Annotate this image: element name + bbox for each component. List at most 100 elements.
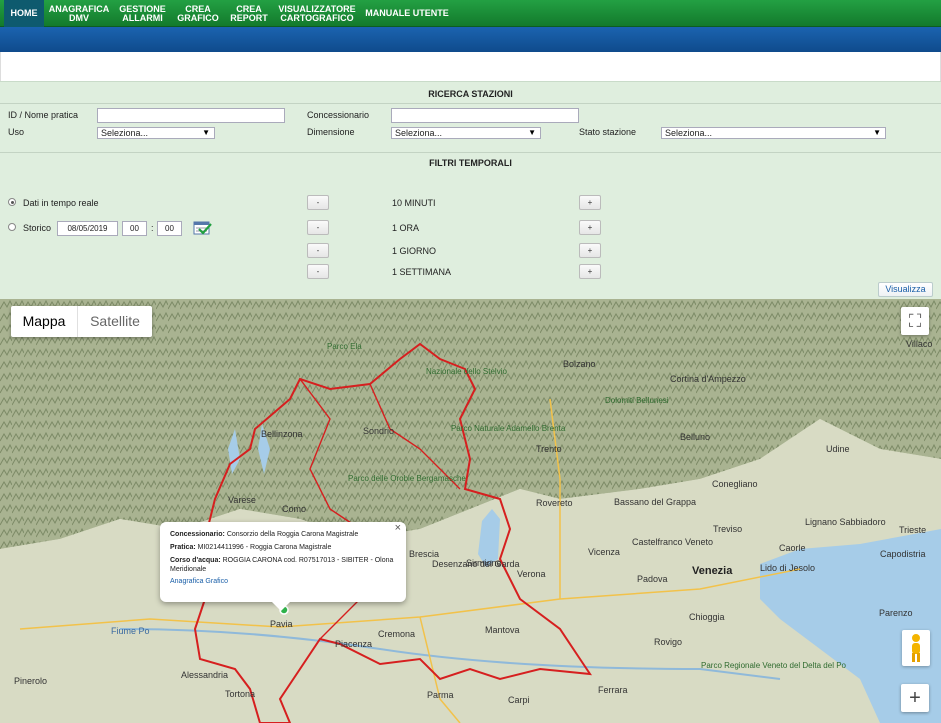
interval-1settimana-label: 1 SETTIMANA (392, 267, 452, 277)
map-label-rovigo: Rovigo (654, 637, 683, 647)
stato-label: Stato stazione (579, 127, 637, 137)
map-label-piacenza: Piacenza (335, 639, 373, 649)
nav-gestione-line2: ALLARMI (122, 12, 163, 23)
map-label-treviso: Treviso (713, 524, 743, 534)
map-label-udine: Udine (826, 444, 850, 454)
interval-1giorno-plus-button[interactable]: + (579, 243, 601, 258)
date-field[interactable]: 08/05/2019 (57, 221, 118, 236)
map-label-stelvio: Nazionale dello Stelvio (426, 367, 507, 376)
concessionario-label: Concessionario (307, 110, 370, 120)
fullscreen-icon: ⛶ (908, 311, 922, 331)
map-label-cortina: Cortina d'Ampezzo (670, 374, 746, 384)
tab-mappa[interactable]: Mappa (11, 306, 77, 337)
nav-anagrafica[interactable]: ANAGRAFICA DMV (48, 0, 110, 27)
interval-1ora-plus-button[interactable]: + (579, 220, 601, 235)
map-label-villach: Villaco (906, 339, 933, 349)
map-label-orobie: Parco delle Orobie Bergamasche (348, 474, 466, 483)
realtime-radio[interactable] (8, 198, 16, 206)
map-label-park-po: Parco Regionale Veneto del Delta del Po (701, 661, 846, 670)
popup-corso-row: Corso d'acqua: ROGGIA CARONA cod. R07517… (170, 556, 396, 574)
popup-corso-label: Corso d'acqua: (170, 557, 221, 564)
visualizza-button[interactable]: Visualizza (878, 282, 933, 297)
id-label: ID / Nome pratica (8, 110, 79, 120)
fullscreen-button[interactable]: ⛶ (901, 307, 929, 335)
header-band (0, 27, 941, 52)
nav-home[interactable]: HOME (4, 0, 44, 27)
concessionario-input[interactable] (391, 108, 579, 123)
map-label-pavia: Pavia (270, 619, 293, 629)
map-label-verona: Verona (517, 569, 546, 579)
map-label-como: Como (282, 504, 307, 514)
interval-1ora-label: 1 ORA (392, 223, 420, 233)
map-label-chioggia: Chioggia (689, 612, 725, 622)
stato-select-value: Seleziona... (665, 128, 713, 138)
nav-crea-grafico[interactable]: CREA GRAFICO (174, 0, 222, 27)
map-type-toggle: Mappa Satellite (11, 306, 152, 337)
map-label-fiume-po: Fiume Po (111, 626, 150, 636)
interval-1settimana-minus-button[interactable]: - (307, 264, 329, 279)
map-label-trieste: Trieste (899, 525, 927, 535)
divider (0, 103, 941, 104)
nav-manuale-label: MANUALE UTENTE (365, 8, 449, 18)
uso-select[interactable]: Seleziona... ▼ (97, 127, 215, 139)
interval-10min-label: 10 MINUTI (392, 198, 436, 208)
map-label-parma: Parma (427, 690, 454, 700)
filters-title: FILTRI TEMPORALI (429, 158, 512, 168)
interval-1giorno-minus-button[interactable]: - (307, 243, 329, 258)
map-label-varese: Varese (228, 495, 256, 505)
interval-1giorno-label: 1 GIORNO (392, 246, 437, 256)
popup-concessionario-label: Concessionario: (170, 531, 225, 538)
map-label-brescia: Brescia (409, 549, 440, 559)
map-label-vicenza: Vicenza (588, 547, 620, 557)
map[interactable]: Venezia Padova Verona Vicenza Treviso Br… (0, 299, 941, 723)
nav-crea-report-line2: REPORT (230, 12, 268, 23)
map-label-ferrara: Ferrara (598, 685, 628, 695)
dimensione-select[interactable]: Seleziona... ▼ (391, 127, 541, 139)
popup-pratica-value: MI0214411996 - Roggia Carona Magistrale (197, 544, 332, 551)
map-terrain (0, 299, 941, 723)
top-nav: HOME ANAGRAFICA DMV GESTIONE ALLARMI CRE… (0, 0, 941, 27)
interval-1ora-minus-button[interactable]: - (307, 220, 329, 235)
dimensione-select-value: Seleziona... (395, 128, 443, 138)
map-label-conegliano: Conegliano (712, 479, 758, 489)
calendar-icon[interactable] (193, 220, 213, 236)
map-label-sirmione: Sirmione (466, 558, 502, 568)
popup-pratica-label: Pratica: (170, 544, 196, 551)
interval-10min-plus-button[interactable]: + (579, 195, 601, 210)
map-label-venezia: Venezia (692, 565, 733, 577)
storico-label: Storico (23, 223, 52, 233)
zoom-in-button[interactable]: + (901, 684, 929, 712)
tab-satellite[interactable]: Satellite (77, 306, 152, 337)
map-label-carpi: Carpi (508, 695, 530, 705)
id-input[interactable] (97, 108, 285, 123)
map-label-rovereto: Rovereto (536, 498, 573, 508)
map-label-adamello: Parco Naturale Adamello Brenta (451, 424, 566, 433)
map-label-belluno: Belluno (680, 432, 711, 442)
popup-links: Anagrafica Grafico (170, 577, 396, 586)
map-label-castelfranco: Castelfranco Veneto (632, 537, 714, 547)
map-label-sondrio: Sondrio (363, 426, 395, 436)
interval-1settimana-plus-button[interactable]: + (579, 264, 601, 279)
map-label-capodistria: Capodistria (880, 549, 926, 559)
interval-10min-minus-button[interactable]: - (307, 195, 329, 210)
map-label-jesolo: Lido di Jesolo (760, 563, 816, 573)
map-label-padova: Padova (637, 574, 668, 584)
storico-radio[interactable] (8, 223, 16, 231)
stato-select[interactable]: Seleziona... ▼ (661, 127, 886, 139)
map-label-parenzo: Parenzo (879, 608, 913, 618)
close-icon[interactable]: × (395, 523, 401, 534)
nav-crea-grafico-line2: GRAFICO (177, 12, 219, 23)
street-view-button[interactable] (902, 630, 930, 666)
nav-visualizzatore[interactable]: VISUALIZZATORE CARTOGRAFICO (276, 0, 358, 27)
nav-crea-report[interactable]: CREA REPORT (227, 0, 271, 27)
map-label-trento: Trento (536, 444, 562, 454)
popup-anagrafica-link[interactable]: Anagrafica (170, 578, 203, 585)
station-info-popup: × Concessionario: Consorzio della Roggia… (160, 522, 406, 611)
popup-grafico-link[interactable]: Grafico (205, 578, 228, 585)
hour-field[interactable]: 00 (122, 221, 147, 236)
map-label-parco-ela: Parco Ela (327, 342, 362, 351)
nav-manuale[interactable]: MANUALE UTENTE (364, 0, 450, 27)
minute-field[interactable]: 00 (157, 221, 182, 236)
map-label-bellinzona: Bellinzona (261, 429, 303, 439)
nav-gestione-allarmi[interactable]: GESTIONE ALLARMI (115, 0, 170, 27)
